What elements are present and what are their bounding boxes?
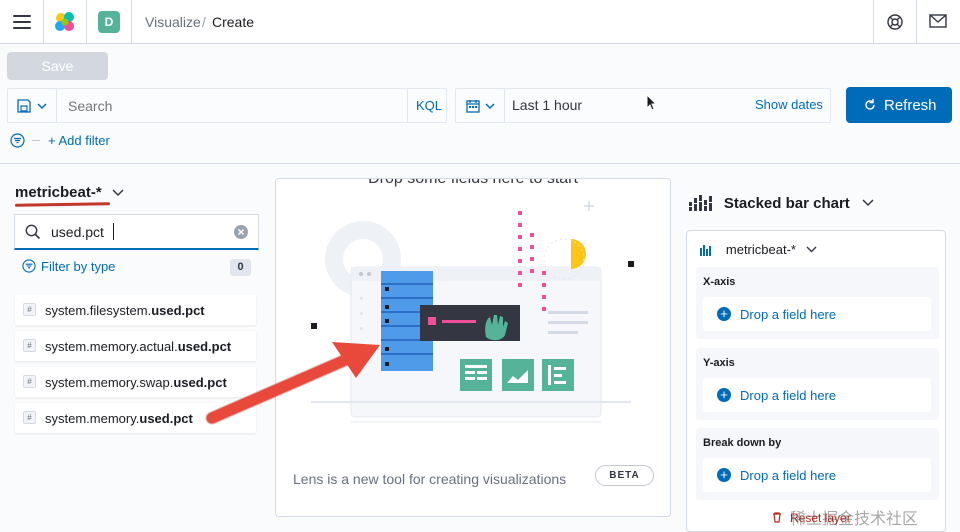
beta-badge: BETA	[595, 465, 654, 486]
annotation-arrow-icon	[205, 342, 380, 425]
number-field-icon: #	[23, 375, 36, 388]
field-name: system.filesystem.used.pct	[45, 303, 205, 318]
breadcrumb-separator: /	[202, 14, 206, 30]
number-field-icon: #	[23, 411, 36, 424]
field-search[interactable]: used.pct	[14, 214, 259, 250]
x-axis-dimension: X-axis + Drop a field here	[696, 267, 939, 339]
show-dates-button[interactable]: Show dates	[755, 97, 823, 112]
chevron-down-icon[interactable]	[862, 199, 874, 207]
elastic-logo-icon[interactable]	[53, 10, 77, 34]
saved-query-icon[interactable]	[17, 99, 31, 113]
dimension-label: Break down by	[703, 437, 782, 449]
calendar-icon[interactable]	[466, 99, 480, 113]
workspace-footer-text: Lens is a new tool for creating visualiz…	[293, 471, 567, 487]
filter-options-icon[interactable]	[10, 133, 25, 148]
number-field-icon: #	[23, 339, 36, 352]
clear-search-icon[interactable]	[234, 225, 248, 239]
search-input[interactable]	[68, 96, 398, 116]
plus-icon: +	[717, 307, 731, 321]
y-axis-dimension: Y-axis + Drop a field here	[696, 348, 939, 420]
chevron-down-icon[interactable]	[806, 246, 817, 253]
time-range-label[interactable]: Last 1 hour	[512, 97, 582, 113]
filter-by-type-label: Filter by type	[41, 259, 116, 274]
refresh-label: Refresh	[884, 97, 937, 114]
field-search-input[interactable]: used.pct	[51, 224, 104, 240]
dimension-label: Y-axis	[703, 357, 735, 369]
top-header	[0, 0, 960, 44]
filter-icon	[22, 259, 36, 273]
query-bar: KQL	[7, 88, 447, 123]
field-name: system.memory.used.pct	[45, 411, 193, 426]
time-picker: Last 1 hour Show dates	[455, 88, 831, 123]
break-down-dimension: Break down by + Drop a field here	[696, 428, 939, 500]
field-item[interactable]: # system.filesystem.used.pct	[15, 295, 256, 325]
stacked-bar-chart-icon	[689, 195, 712, 211]
hamburger-menu-icon[interactable]	[13, 15, 31, 29]
layer-panel: metricbeat-* X-axis + Drop a field here Y…	[686, 230, 946, 532]
watermark-text: 稀土掘金技术社区	[790, 511, 919, 528]
breadcrumb-create: Create	[212, 14, 255, 30]
layer-chart-icon	[700, 245, 711, 256]
annotation-underline	[14, 202, 111, 207]
section-divider	[0, 163, 960, 164]
chevron-down-icon[interactable]	[485, 103, 495, 110]
drop-field-zone[interactable]: + Drop a field here	[703, 458, 931, 492]
plus-icon: +	[717, 468, 731, 482]
query-language-button[interactable]: KQL	[416, 98, 442, 113]
chevron-down-icon[interactable]	[112, 189, 124, 197]
chart-type-switcher[interactable]: Stacked bar chart	[688, 193, 874, 212]
workspace-title: Drop some fields here to start	[368, 178, 578, 187]
drop-field-zone[interactable]: + Drop a field here	[703, 297, 931, 331]
help-icon[interactable]	[886, 13, 904, 31]
filter-by-type-button[interactable]: Filter by type	[22, 259, 115, 274]
chevron-down-icon[interactable]	[37, 103, 47, 110]
drop-field-zone[interactable]: + Drop a field here	[703, 378, 931, 412]
refresh-icon	[865, 99, 875, 110]
filter-count-badge: 0	[230, 259, 251, 276]
index-pattern-title[interactable]: metricbeat-*	[15, 184, 124, 201]
chart-type-label: Stacked bar chart	[723, 195, 850, 212]
breadcrumb-visualize[interactable]: Visualize	[145, 14, 201, 30]
trash-icon	[773, 512, 781, 523]
layer-index-label: metricbeat-*	[725, 242, 796, 257]
mouse-cursor-icon	[646, 94, 658, 111]
save-button[interactable]: Save	[7, 52, 108, 80]
dimension-label: X-axis	[703, 276, 736, 288]
index-pattern-label: metricbeat-*	[15, 184, 102, 201]
space-avatar[interactable]: D	[98, 11, 120, 33]
search-icon	[25, 224, 41, 240]
number-field-icon: #	[23, 303, 36, 316]
refresh-button[interactable]: Refresh	[846, 87, 952, 123]
plus-icon: +	[717, 388, 731, 402]
mail-icon[interactable]	[929, 14, 947, 28]
layer-index-switcher[interactable]: metricbeat-*	[699, 241, 817, 257]
add-filter-button[interactable]: + Add filter	[48, 133, 110, 148]
